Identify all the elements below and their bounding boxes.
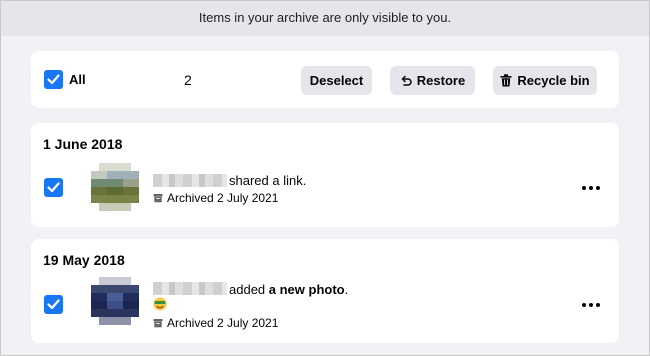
archived-post: 1 June 2018 shared a link. Archived 2 Ju… [31,123,619,227]
checkmark-icon [47,182,60,193]
post-select-checkbox[interactable] [44,178,63,197]
archive-box-icon [153,194,163,203]
post-date: 1 June 2018 [43,136,123,152]
more-options-icon[interactable] [582,184,600,192]
trash-icon [500,74,512,87]
select-all-label[interactable]: All [69,72,86,87]
post-action-text: added a new photo. [229,282,349,297]
deselect-button[interactable]: Deselect [301,66,372,95]
archived-date: Archived 2 July 2021 [167,316,279,330]
blurred-photo-icon[interactable] [91,275,139,327]
archived-meta: Archived 2 July 2021 [153,316,278,330]
smiling-face-emoji-icon [153,297,167,311]
post-action-text: shared a link. [229,173,307,188]
more-options-icon[interactable] [582,301,600,309]
selection-toolbar: All 2 Deselect Restore Recycle bin [31,51,619,108]
selected-count: 2 [184,72,192,88]
checkmark-icon [47,74,60,85]
restore-label: Restore [416,73,466,88]
archived-date: Archived 2 July 2021 [167,191,279,205]
archived-meta: Archived 2 July 2021 [153,191,278,205]
blurred-author-name[interactable] [153,282,227,295]
notice-text: Items in your archive are only visible t… [198,10,452,25]
recycle-bin-label: Recycle bin [517,73,590,88]
recycle-bin-button[interactable]: Recycle bin [493,66,597,95]
checkmark-icon [47,299,60,310]
blurred-photo-icon[interactable] [91,161,139,213]
deselect-label: Deselect [309,73,364,88]
restore-arrow-icon [401,75,412,86]
blurred-author-name[interactable] [153,174,227,187]
post-action-link[interactable]: a new photo [269,282,345,297]
archive-box-icon [153,319,163,328]
archive-privacy-notice: Items in your archive are only visible t… [0,0,650,36]
select-all-checkbox[interactable] [44,70,63,89]
post-select-checkbox[interactable] [44,295,63,314]
archived-post: 19 May 2018 added a new photo. Archived … [31,239,619,343]
post-date: 19 May 2018 [43,252,125,268]
restore-button[interactable]: Restore [390,66,475,95]
